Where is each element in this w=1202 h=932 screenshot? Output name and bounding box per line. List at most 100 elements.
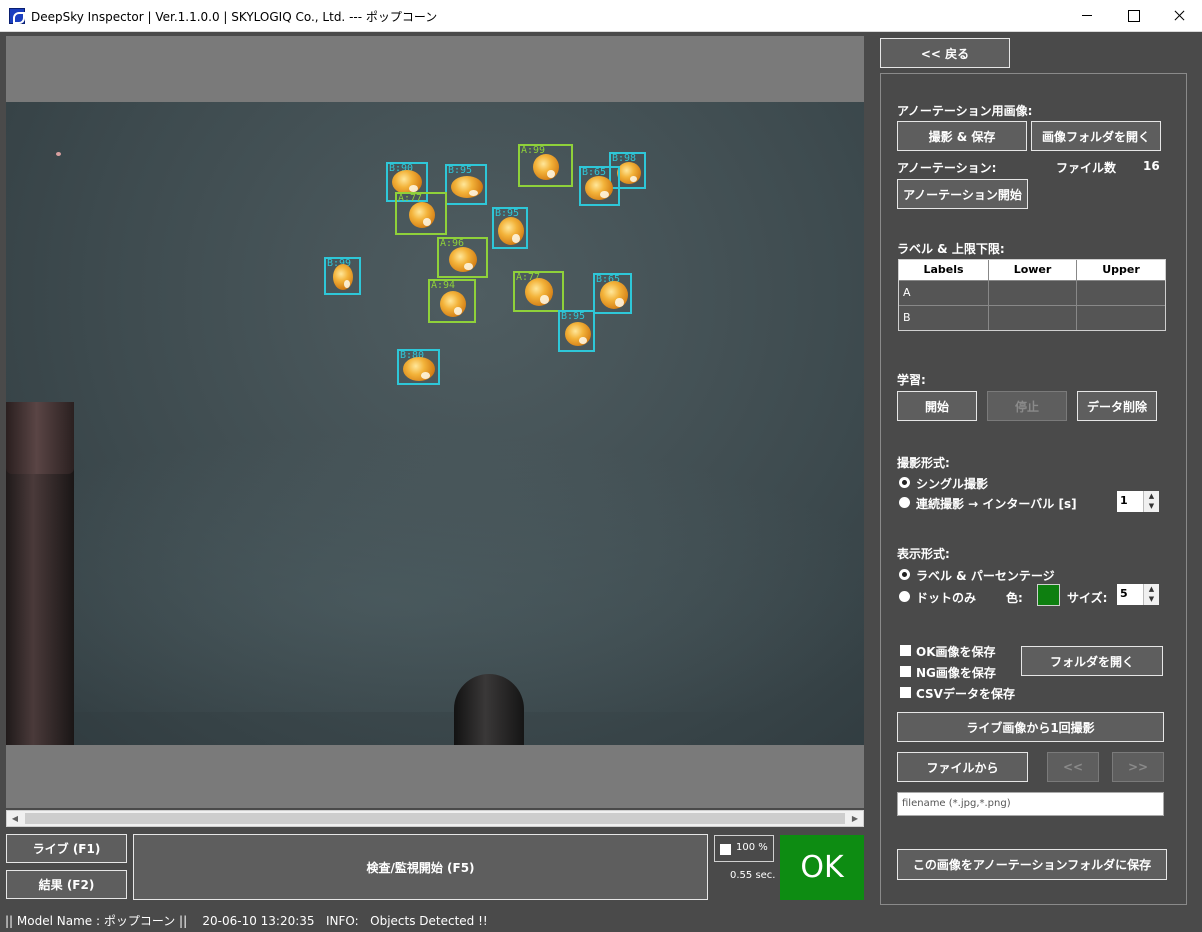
- interval-stepper[interactable]: 1 ▲ ▼: [1117, 491, 1159, 512]
- single-capture-radio[interactable]: [899, 477, 910, 488]
- detection-box: A:94: [428, 279, 476, 323]
- scroll-right-icon[interactable]: ▶: [847, 811, 863, 826]
- popcorn-kernel: [449, 247, 477, 272]
- open-image-folder-button[interactable]: 画像フォルダを開く: [1031, 121, 1161, 151]
- elapsed-time: 0.55 sec.: [730, 870, 776, 881]
- training-heading: 学習:: [897, 373, 926, 387]
- table-cell: A: [903, 286, 911, 299]
- save-csv-label: CSVデータを保存: [916, 687, 1015, 701]
- stepper-arrows[interactable]: ▲ ▼: [1143, 491, 1159, 512]
- continuous-capture-radio[interactable]: [899, 497, 910, 508]
- column-header: Upper: [1076, 260, 1165, 280]
- file-count-value: 16: [1143, 159, 1160, 173]
- popcorn-kernel: [392, 170, 422, 194]
- dots-only-label: ドットのみ: [916, 591, 977, 605]
- limits-table: Labels Lower Upper A B: [898, 259, 1166, 331]
- from-file-button[interactable]: ファイルから: [897, 752, 1028, 782]
- title-bar: DeepSky Inspector | Ver.1.1.0.0 | SKYLOG…: [0, 0, 1202, 32]
- column-header: Labels: [923, 263, 964, 276]
- detection-label: A:94: [431, 280, 456, 291]
- label-percentage-radio[interactable]: [899, 569, 910, 580]
- popcorn-kernel: [409, 202, 435, 228]
- open-folder-button[interactable]: フォルダを開く: [1021, 646, 1163, 676]
- table-header: Labels Lower Upper: [899, 260, 1165, 280]
- save-csv-checkbox[interactable]: [900, 687, 911, 698]
- detection-box: A:99: [518, 144, 573, 187]
- capture-once-button[interactable]: ライブ画像から1回撮影: [897, 712, 1164, 742]
- file-count-label: ファイル数: [1056, 161, 1117, 175]
- detection-box: B:95: [558, 310, 595, 352]
- size-label: サイズ:: [1067, 591, 1108, 605]
- table-row[interactable]: B: [899, 305, 1165, 330]
- detection-box: B:95: [445, 164, 487, 205]
- popcorn-kernel: [585, 176, 613, 200]
- next-file-button[interactable]: >>: [1112, 752, 1164, 782]
- table-cell[interactable]: [988, 281, 1076, 305]
- inspect-start-button[interactable]: 検査/監視開始 (F5): [133, 834, 708, 900]
- horizontal-scrollbar[interactable]: ◀ ▶: [6, 810, 864, 827]
- capture-mode-heading: 撮影形式:: [897, 456, 950, 470]
- prev-file-button[interactable]: <<: [1047, 752, 1099, 782]
- limits-heading: ラベル & 上限下限:: [897, 242, 1005, 256]
- save-to-annotation-button[interactable]: この画像をアノーテーションフォルダに保存: [897, 849, 1167, 880]
- annotation-image-heading: アノーテーション用画像:: [897, 104, 1033, 118]
- dots-only-radio[interactable]: [899, 591, 910, 602]
- percent-value: 100 %: [736, 842, 768, 853]
- verdict-indicator: OK: [780, 835, 864, 900]
- left-pole-cap: [6, 402, 74, 474]
- filename-field[interactable]: filename (*.jpg,*.png): [897, 792, 1164, 816]
- table-cell[interactable]: [1076, 281, 1165, 305]
- percent-toggle[interactable]: 100 %: [714, 835, 774, 862]
- back-button[interactable]: << 戻る: [880, 38, 1010, 68]
- start-annotation-button[interactable]: アノーテーション開始: [897, 179, 1028, 209]
- dot-size-value: 5: [1120, 587, 1128, 600]
- percent-checkbox[interactable]: [720, 844, 731, 855]
- detection-label: B:95: [448, 165, 473, 176]
- single-capture-label: シングル撮影: [916, 477, 989, 491]
- label-percentage-label: ラベル & パーセンテージ: [916, 569, 1055, 583]
- stepper-arrows[interactable]: ▲ ▼: [1143, 584, 1159, 605]
- capture-save-button[interactable]: 撮影 & 保存: [897, 121, 1027, 151]
- detection-box: B:65: [593, 273, 632, 314]
- popcorn-kernel: [525, 278, 553, 306]
- annotation-heading: アノーテーション:: [897, 161, 997, 175]
- minimize-icon[interactable]: [1064, 0, 1110, 32]
- detection-box: B:80: [397, 349, 440, 385]
- delete-data-button[interactable]: データ削除: [1077, 391, 1157, 421]
- live-button[interactable]: ライブ (F1): [6, 834, 127, 863]
- popcorn-kernel: [600, 281, 628, 309]
- camera-image: B:90 B:95 A:99 B:98 B:65 A:77 B:95 A:96: [6, 102, 864, 745]
- result-button[interactable]: 結果 (F2): [6, 870, 127, 899]
- table-cell: B: [903, 311, 911, 324]
- popcorn-kernel: [565, 322, 591, 346]
- table-cell[interactable]: [1076, 306, 1165, 330]
- maximize-icon[interactable]: [1110, 0, 1156, 32]
- popcorn-kernel: [403, 357, 435, 381]
- dot-color-swatch[interactable]: [1037, 584, 1060, 606]
- save-ok-checkbox[interactable]: [900, 645, 911, 656]
- window-title: DeepSky Inspector | Ver.1.1.0.0 | SKYLOG…: [31, 10, 438, 24]
- train-start-button[interactable]: 開始: [897, 391, 977, 421]
- save-ng-checkbox[interactable]: [900, 666, 911, 677]
- detection-box: A:77: [395, 192, 447, 235]
- app-logo-icon: [9, 8, 25, 24]
- save-ng-label: NG画像を保存: [916, 666, 996, 680]
- detection-box: A:77: [513, 271, 564, 312]
- scroll-left-icon[interactable]: ◀: [7, 811, 23, 826]
- table-shading: [6, 432, 864, 712]
- popcorn-kernel: [498, 217, 524, 245]
- save-ok-label: OK画像を保存: [916, 645, 996, 659]
- scroll-thumb[interactable]: [25, 813, 845, 824]
- table-row[interactable]: A: [899, 280, 1165, 305]
- train-stop-button[interactable]: 停止: [987, 391, 1067, 421]
- dot-size-stepper[interactable]: 5 ▲ ▼: [1117, 584, 1159, 605]
- popcorn-kernel: [533, 154, 559, 180]
- popcorn-kernel: [440, 291, 466, 317]
- close-icon[interactable]: [1156, 0, 1202, 32]
- color-label: 色:: [1006, 591, 1023, 605]
- popcorn-kernel: [333, 264, 353, 290]
- image-viewer: B:90 B:95 A:99 B:98 B:65 A:77 B:95 A:96: [6, 36, 864, 808]
- detection-box: A:96: [437, 237, 488, 278]
- detection-label: B:95: [561, 311, 586, 322]
- table-cell[interactable]: [988, 306, 1076, 330]
